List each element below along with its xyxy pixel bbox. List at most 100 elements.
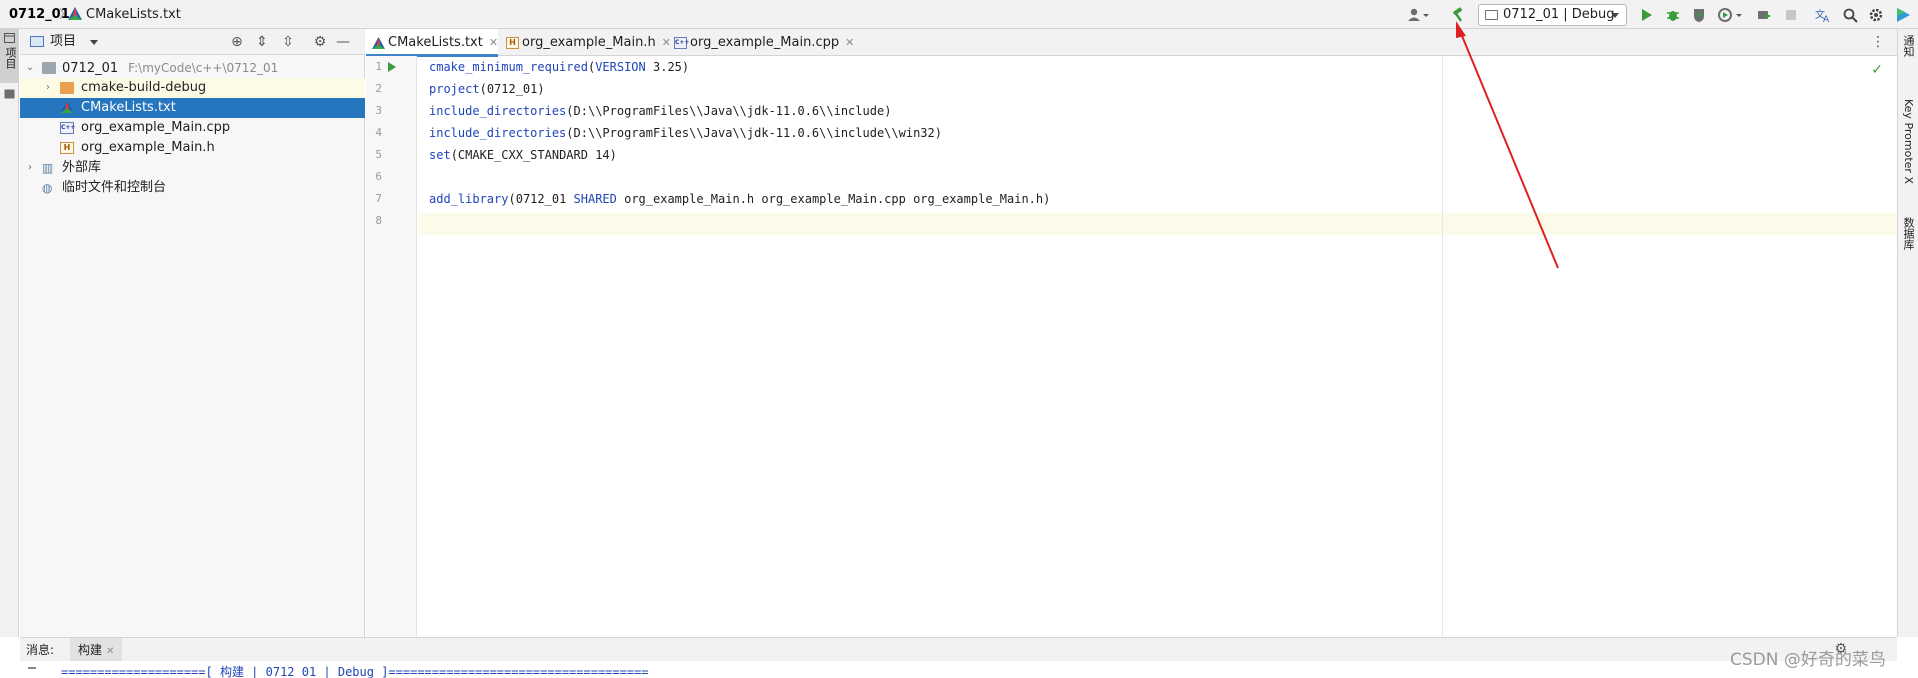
code-paren: ) <box>934 126 942 140</box>
build-hammer-icon[interactable] <box>1447 4 1469 26</box>
tab-build[interactable]: 构建 ✕ <box>70 638 123 662</box>
debug-icon[interactable] <box>1662 4 1684 26</box>
tree-item-main-h[interactable]: H org_example_Main.h <box>20 138 365 158</box>
project-panel-header: 项目 ⊕ ⇕ ⇳ ⚙ — <box>20 29 365 55</box>
code-args: 0712_01 <box>486 82 538 96</box>
tree-item-scratches[interactable]: ◍ 临时文件和控制台 <box>20 178 365 198</box>
tree-item-label: 临时文件和控制台 <box>62 180 167 195</box>
breadcrumb-file-label: CMakeLists.txt <box>86 7 181 22</box>
close-icon[interactable]: ✕ <box>845 36 854 49</box>
chevron-down-icon <box>1611 13 1619 18</box>
attach-icon[interactable] <box>1753 4 1775 26</box>
tree-item-label: 0712_01 <box>62 61 119 76</box>
editor-tab-bar: CMakeLists.txt ✕ H org_example_Main.h ✕ C+… <box>366 29 1897 57</box>
tree-item-label: 外部库 <box>62 160 102 175</box>
project-path-hint: F:\myCode\c++\0712_01 <box>128 61 279 75</box>
chevron-right-icon[interactable]: › <box>24 158 36 178</box>
code-keyword: SHARED <box>573 192 617 206</box>
code-line: project(0712_01) <box>429 78 545 100</box>
cmake-icon <box>372 37 385 49</box>
expand-all-icon[interactable]: ⇕ <box>252 33 272 51</box>
project-view-selector[interactable]: 项目 <box>30 33 99 51</box>
current-line-highlight <box>418 213 1897 235</box>
code-paren: ) <box>537 82 545 96</box>
gear-icon[interactable]: ⚙ <box>310 33 330 51</box>
tab-cmakelists[interactable]: CMakeLists.txt ✕ <box>366 29 498 57</box>
collapse-icon[interactable] <box>28 667 36 669</box>
notifications-tool-label[interactable]: 通知 <box>1902 35 1915 57</box>
hide-panel-icon[interactable]: — <box>333 33 353 51</box>
database-tool-label[interactable]: 数据库 <box>1902 217 1915 250</box>
tab-main-h[interactable]: H org_example_Main.h ✕ <box>500 29 671 56</box>
project-panel-title: 项目 <box>50 34 77 49</box>
tree-item-label: org_example_Main.h <box>81 140 215 155</box>
code-line: set(CMAKE_CXX_STANDARD 14) <box>429 144 617 166</box>
coverage-icon[interactable] <box>1688 4 1710 26</box>
right-tool-stripe: 通知 Key Promoter X 数据库 <box>1897 29 1918 637</box>
code-line: cmake_minimum_required(VERSION 3.25) <box>429 56 689 78</box>
more-tabs-icon[interactable]: ⋮ <box>1871 34 1885 50</box>
user-icon[interactable] <box>1403 4 1433 26</box>
watermark: CSDN @好奇的菜鸟 <box>1730 650 1886 670</box>
run-configuration-select[interactable]: 0712_01 | Debug <box>1478 4 1627 26</box>
key-promoter-tool-label[interactable]: Key Promoter X <box>1902 99 1915 184</box>
run-icon[interactable] <box>1635 4 1657 26</box>
tab-label: org_example_Main.h <box>522 35 656 50</box>
project-icon <box>4 33 15 43</box>
code-area[interactable]: cmake_minimum_required(VERSION 3.25) pro… <box>418 56 1897 637</box>
search-icon[interactable] <box>1839 4 1861 26</box>
locate-file-icon[interactable]: ⊕ <box>227 33 247 51</box>
line-number: 1 <box>375 60 382 73</box>
project-panel: 项目 ⊕ ⇕ ⇳ ⚙ — ⌄ 0712_01 F:\myCode\c++\0712… <box>20 29 365 637</box>
settings-icon[interactable] <box>1865 4 1887 26</box>
code-paren: ) <box>681 60 690 74</box>
project-tree: ⌄ 0712_01 F:\myCode\c++\0712_01 › cmake-b… <box>20 58 365 198</box>
close-icon[interactable]: ✕ <box>106 646 114 657</box>
project-tool-window-button[interactable]: 项目 <box>0 29 19 83</box>
code-args: D:\\ProgramFiles\\Java\\jdk-11.0.6\\incl… <box>573 104 885 118</box>
code-paren: ) <box>1043 192 1051 206</box>
tree-item-cmake-build-debug[interactable]: › cmake-build-debug <box>20 78 365 98</box>
code-function: add_library <box>429 192 509 206</box>
scratches-icon: ◍ <box>42 181 53 195</box>
tree-item-cmakelists[interactable]: CMakeLists.txt <box>20 98 365 118</box>
tab-main-cpp[interactable]: C++ org_example_Main.cpp ✕ <box>668 29 854 56</box>
code-paren: ) <box>609 148 617 162</box>
jetbrains-icon[interactable] <box>1892 4 1914 26</box>
chevron-right-icon[interactable]: › <box>42 78 54 98</box>
right-margin-guide <box>1442 56 1443 637</box>
editor: CMakeLists.txt ✕ H org_example_Main.h ✕ C+… <box>366 29 1897 637</box>
folder-icon <box>60 82 74 94</box>
code-function: set <box>429 148 451 162</box>
build-output-line: ====================[ 构建 | 0712_01 | Deb… <box>61 665 649 678</box>
cmake-icon <box>60 101 74 113</box>
run-gutter-icon[interactable] <box>388 62 396 72</box>
build-tab-label: 构建 <box>78 643 103 657</box>
code-args: CMAKE_CXX_STANDARD 14 <box>457 148 610 162</box>
code-function: project <box>429 82 480 96</box>
code-line: include_directories(D:\\ProgramFiles\\Ja… <box>429 122 942 144</box>
left-tool-stripe: 项目 <box>0 29 19 637</box>
tree-item-external-libraries[interactable]: › ▥ 外部库 <box>20 158 365 178</box>
tree-item-main-cpp[interactable]: C++ org_example_Main.cpp <box>20 118 365 138</box>
run-configuration-label: 0712_01 | Debug <box>1503 7 1615 22</box>
tree-item-label: cmake-build-debug <box>81 80 207 95</box>
code-function: include_directories <box>429 104 567 118</box>
chevron-down-icon[interactable]: ⌄ <box>24 58 36 78</box>
stop-icon[interactable] <box>1780 4 1802 26</box>
code-function: include_directories <box>429 126 567 140</box>
project-tool-label: 项目 <box>4 47 17 69</box>
close-icon[interactable]: ✕ <box>489 36 498 49</box>
code-args: 3.25 <box>645 60 682 74</box>
tab-label: CMakeLists.txt <box>388 35 483 50</box>
no-problems-check-icon[interactable]: ✓ <box>1871 62 1883 78</box>
code-args: D:\\ProgramFiles\\Java\\jdk-11.0.6\\incl… <box>573 126 935 140</box>
code-paren: ( <box>479 82 487 96</box>
bookmark-icon[interactable] <box>4 89 15 99</box>
translate-icon[interactable]: 文A <box>1812 4 1834 26</box>
tree-item-project-root[interactable]: ⌄ 0712_01 F:\myCode\c++\0712_01 <box>20 58 365 78</box>
profile-icon[interactable] <box>1715 4 1745 26</box>
collapse-all-icon[interactable]: ⇳ <box>278 33 298 51</box>
breadcrumb-file[interactable]: CMakeLists.txt <box>68 6 181 23</box>
code-keyword: VERSION <box>595 60 646 74</box>
